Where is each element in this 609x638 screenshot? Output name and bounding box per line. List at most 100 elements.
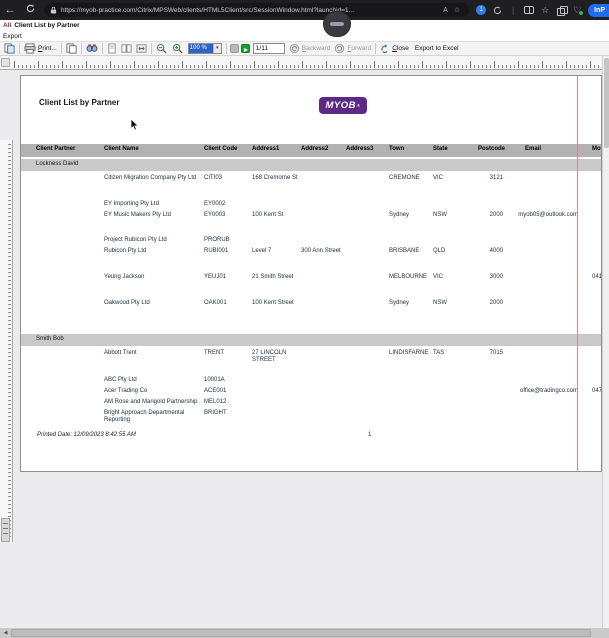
ruler-corner-box <box>1 58 10 67</box>
cell-address2: 300 Ann Street <box>301 248 345 255</box>
menu-bar: Export <box>0 31 609 41</box>
export-report-button[interactable] <box>2 42 17 55</box>
cell-state: QLD <box>433 248 455 255</box>
cell-name: Acer Trading Co <box>104 388 208 395</box>
horizontal-ruler <box>0 56 602 70</box>
extensions-icon[interactable] <box>553 3 569 17</box>
menu-export[interactable]: Export <box>3 33 22 40</box>
browser-extension-area: 1 | ☆ ♡ InP <box>473 3 609 17</box>
column-header: Client Code <box>204 146 237 152</box>
export-to-excel-label: Export to Excel <box>415 45 459 52</box>
cell-code: BRIGHT <box>204 410 249 417</box>
column-header: Address2 <box>301 146 328 152</box>
mouse-cursor <box>130 118 139 131</box>
cell-state: VIC <box>433 274 455 281</box>
browser-essentials-icon[interactable]: ♡ <box>569 3 585 17</box>
cell-name: Abbott Trent <box>104 350 208 357</box>
cell-code: OAK001 <box>204 300 249 307</box>
zoom-out-button[interactable] <box>154 42 170 55</box>
vertical-scrollbar-thumb[interactable] <box>604 58 609 148</box>
column-header: Postcode <box>478 146 505 152</box>
cell-address1: 100 Kent St <box>252 212 298 219</box>
multi-page-view-button[interactable] <box>119 42 134 55</box>
history-icon[interactable] <box>489 3 505 17</box>
cell-postcode: 4000 <box>456 248 503 255</box>
column-header: Client Name <box>104 146 139 152</box>
column-header: Town <box>389 146 404 152</box>
citrix-toolbar-grip[interactable] <box>324 12 350 36</box>
cell-name: Citizen Migration Company Pty Ltd <box>104 175 208 182</box>
cell-town: Sydney <box>389 212 432 219</box>
go-to-page-button[interactable] <box>241 44 250 53</box>
vertical-ruler <box>0 140 13 542</box>
toolbar-divider: | <box>505 3 521 17</box>
find-button[interactable] <box>84 42 100 55</box>
report-page: Client List by Partner MYOB® Client Part… <box>20 75 602 472</box>
cell-state: NSW <box>433 300 455 307</box>
vertical-scrollbar[interactable] <box>602 56 609 628</box>
page-number-input[interactable] <box>253 43 285 54</box>
collections-icon[interactable]: ☆ <box>537 3 553 17</box>
zoom-in-button[interactable] <box>170 42 186 55</box>
ruler-endcap <box>1 518 10 542</box>
cell-email: office@tradingco.com <box>488 388 578 395</box>
cell-name: EY Importing Pty Ltd <box>104 201 208 208</box>
cell-state: NSW <box>433 212 455 219</box>
inprivate-badge[interactable]: InP <box>588 4 609 17</box>
printed-date: Printed Date: 12/09/2023 8:42:55 AM <box>37 432 136 438</box>
cell-name: AM Rose and Marigold Partnership <box>104 399 208 406</box>
column-header: Email <box>525 146 541 152</box>
forward-label: Forward <box>347 45 371 52</box>
cell-town: BRISBANE <box>389 248 432 255</box>
table-header-row: Client Partner Client Name Client Code Addr… <box>21 144 602 157</box>
print-label: Print... <box>38 45 57 52</box>
print-button[interactable]: Print... <box>22 42 59 55</box>
horizontal-scrollbar-thumb[interactable] <box>11 629 591 637</box>
zoom-select[interactable]: 100 % ▾ <box>188 43 222 54</box>
favorite-star-icon[interactable]: ☆ <box>454 6 460 14</box>
backward-button[interactable]: Backward <box>287 42 333 55</box>
horizontal-scrollbar[interactable]: ◀ <box>0 628 609 638</box>
lock-icon[interactable] <box>50 1 57 19</box>
column-header: State <box>433 146 448 152</box>
scroll-left-icon[interactable]: ◀ <box>0 628 11 638</box>
forward-button[interactable]: Forward <box>332 42 373 55</box>
column-header: Address1 <box>252 146 279 152</box>
cell-postcode: 3000 <box>456 274 503 281</box>
single-page-view-button[interactable] <box>105 42 119 55</box>
chevron-down-icon[interactable]: ▾ <box>213 44 221 53</box>
split-screen-icon[interactable] <box>521 3 537 17</box>
refresh-icon[interactable] <box>20 4 40 16</box>
report-viewport[interactable]: Client List by Partner MYOB® Client Part… <box>0 70 602 628</box>
cell-code: YEUJ01 <box>204 274 249 281</box>
back-icon[interactable]: ← <box>0 4 20 16</box>
zoom-value: 100 % <box>189 44 213 53</box>
partner-name: Smith Bob <box>36 336 64 342</box>
copy-button[interactable] <box>64 42 79 55</box>
stop-loading-button[interactable] <box>230 44 239 53</box>
report-title: Client List by Partner <box>39 98 119 107</box>
cell-address1: 27 LINCOLN STREET <box>252 350 298 364</box>
column-header: Client Partner <box>36 146 75 152</box>
cell-name: EY Music Makers Pty Ltd <box>104 212 208 219</box>
password-extension-icon[interactable]: 1 <box>473 3 489 17</box>
myob-logo: MYOB® <box>319 97 367 114</box>
cell-code: TRENT <box>204 350 249 357</box>
partner-name: Lockness David <box>36 161 78 167</box>
close-label: Close <box>392 45 409 52</box>
address-bar[interactable]: https://myob-practice.com/Citrix/MPSWeb/… <box>44 3 469 17</box>
cell-name: Yeung Jackson <box>104 274 208 281</box>
cell-state: VIC <box>433 175 455 182</box>
page-width-view-button[interactable] <box>134 42 149 55</box>
cell-mobile: 0413 <box>592 274 602 281</box>
cell-mobile: 0476 <box>592 388 602 395</box>
read-aloud-icon[interactable]: A <box>443 7 448 14</box>
url-text[interactable]: https://myob-practice.com/Citrix/MPSWeb/… <box>61 7 440 14</box>
close-button[interactable]: Close <box>378 42 411 55</box>
export-to-excel-button[interactable]: Export to Excel <box>411 42 461 55</box>
column-header: Mob <box>592 146 602 152</box>
cell-postcode: 7015 <box>456 350 503 357</box>
app-favicon: All <box>3 22 11 29</box>
cell-code: EY0002 <box>204 201 249 208</box>
cell-code: MEL012 <box>204 399 249 406</box>
